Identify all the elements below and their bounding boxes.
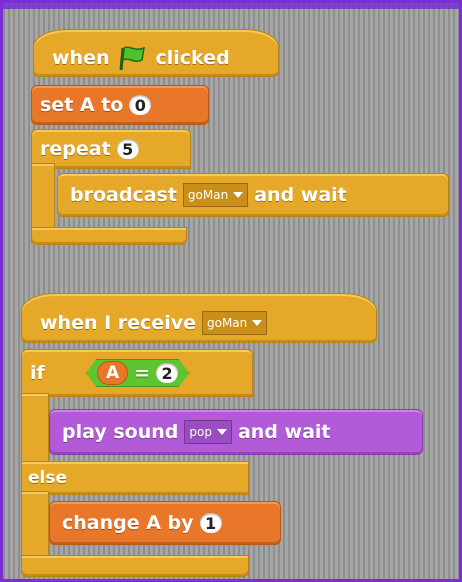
equals-condition[interactable]: A = 2 bbox=[86, 359, 190, 387]
change-value-input[interactable]: 1 bbox=[199, 513, 222, 533]
broadcast-and-wait-block[interactable]: broadcast goMan and wait bbox=[57, 173, 449, 217]
play-sound-and-wait-block[interactable]: play sound pop and wait bbox=[49, 409, 423, 455]
repeat-bottom bbox=[31, 227, 187, 245]
set-variable-block[interactable]: set A to 0 bbox=[31, 85, 209, 125]
broadcast-suffix: and wait bbox=[254, 184, 347, 206]
hat-when-label: when bbox=[52, 47, 110, 69]
repeat-label: repeat bbox=[40, 138, 111, 160]
receive-message-dropdown[interactable]: goMan bbox=[201, 311, 268, 335]
broadcast-label: broadcast bbox=[70, 184, 177, 206]
sound-dropdown[interactable]: pop bbox=[184, 420, 232, 444]
broadcast-message-value: goMan bbox=[187, 188, 229, 202]
scripts-area[interactable]: when clicked set A to 0 repeat 5 broadca… bbox=[0, 0, 462, 582]
if-else-bottom bbox=[21, 555, 249, 577]
if-else-block[interactable]: if A = 2 bbox=[21, 349, 253, 397]
chevron-down-icon bbox=[252, 320, 263, 326]
green-flag-icon bbox=[118, 45, 148, 71]
repeat-block[interactable]: repeat 5 bbox=[31, 129, 191, 169]
play-sound-suffix: and wait bbox=[237, 421, 331, 443]
change-label: change A by bbox=[62, 512, 194, 534]
hat-clicked-label: clicked bbox=[155, 47, 230, 69]
broadcast-message-dropdown[interactable]: goMan bbox=[182, 183, 249, 207]
window-top-edge bbox=[3, 3, 459, 9]
when-i-receive-block[interactable]: when I receive goMan bbox=[21, 293, 377, 343]
repeat-count-input[interactable]: 5 bbox=[116, 139, 139, 159]
if-label: if bbox=[30, 362, 45, 384]
receive-message-value: goMan bbox=[206, 316, 248, 330]
change-variable-block[interactable]: change A by 1 bbox=[49, 501, 281, 545]
variable-a-reporter[interactable]: A bbox=[97, 361, 129, 385]
equals-value-input[interactable]: 2 bbox=[156, 363, 179, 383]
when-i-receive-label: when I receive bbox=[40, 312, 196, 334]
else-band: else bbox=[21, 461, 249, 495]
equals-operator: = bbox=[134, 362, 151, 384]
set-value-input[interactable]: 0 bbox=[129, 95, 152, 115]
else-label: else bbox=[28, 468, 68, 488]
set-label: set A to bbox=[40, 94, 124, 116]
chevron-down-icon bbox=[233, 192, 244, 198]
sound-value: pop bbox=[189, 425, 212, 439]
when-flag-clicked-block[interactable]: when clicked bbox=[33, 29, 279, 77]
play-sound-label: play sound bbox=[62, 421, 179, 443]
chevron-down-icon bbox=[216, 429, 227, 435]
